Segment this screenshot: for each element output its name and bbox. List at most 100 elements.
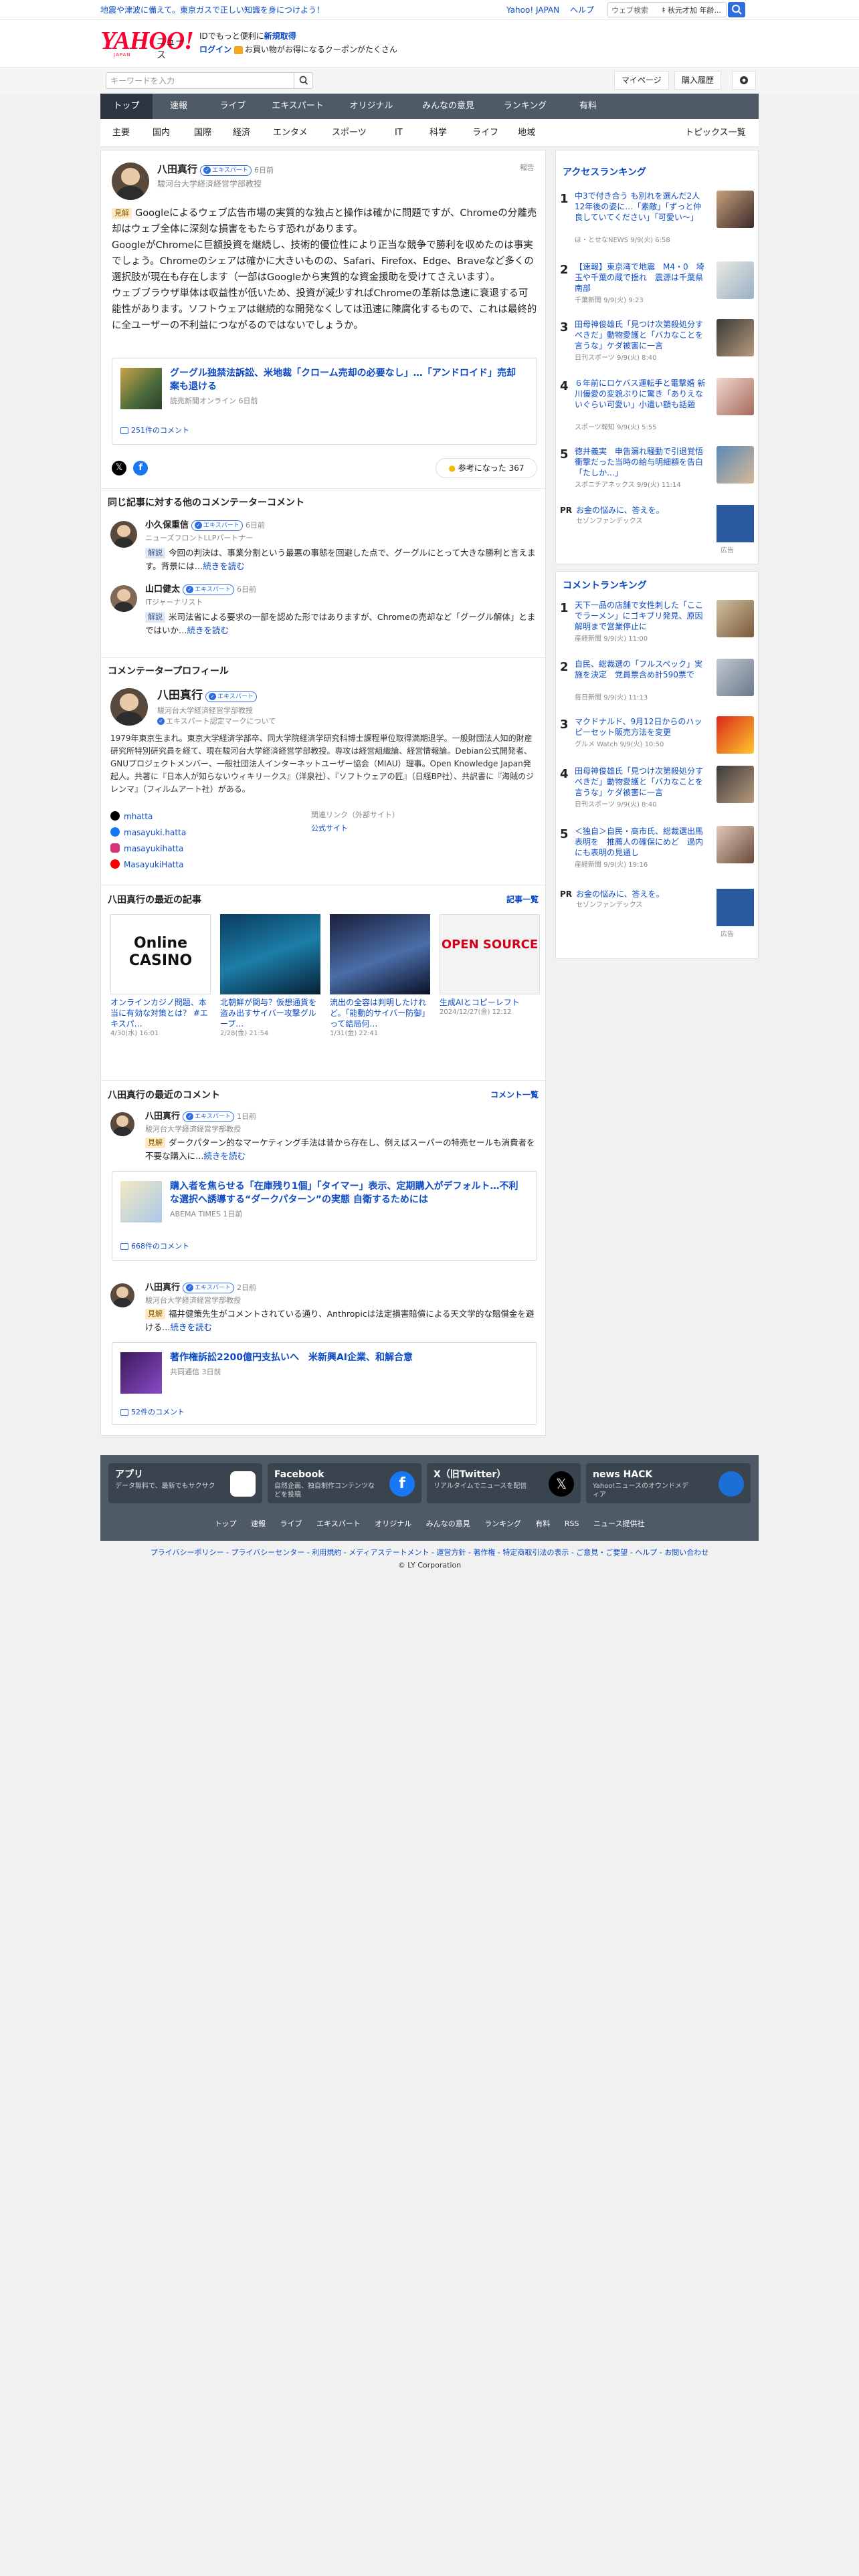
rank-title[interactable]: 中3で付き合う も別れを選んだ2人 12年後の姿に…「素敵」「ずっと仲良していて… (575, 191, 708, 223)
footer-facebook-box[interactable]: Facebook 自然企画、独自制作コンテンツなどを投稿 f (268, 1463, 421, 1503)
help-link[interactable]: ヘルプ (570, 5, 594, 15)
avatar[interactable] (110, 688, 148, 726)
cat-entertainment[interactable]: エンタメ (273, 119, 308, 147)
footer-link[interactable]: オリジナル (375, 1519, 411, 1528)
linked-article-title[interactable]: 著作権訴訟2200億円支払いへ 米新興AI企業、和解合意 (170, 1351, 524, 1364)
cat-world[interactable]: 国際 (194, 119, 211, 147)
footer-x-box[interactable]: X（旧Twitter） リアルタイムでニュースを配信 𝕏 (427, 1463, 581, 1503)
topics-list-link[interactable]: トピックス一覧 (685, 119, 746, 147)
helpful-button[interactable]: ● 参考になった 367 (436, 458, 537, 478)
ad-label[interactable]: 広告 (721, 546, 734, 556)
article-card[interactable]: 北朝鮮が関与？仮想通貨を盗み出すサイバー攻撃グループ… 2/28(金) 21:5… (220, 914, 320, 1039)
facebook-profile-link[interactable]: masayuki.hatta (110, 825, 311, 841)
article-title[interactable]: 生成AIとコピーレフト (440, 997, 540, 1008)
linked-article-card[interactable]: 購入者を焦らせる「在庫残り1個」「タイマー」表示、定期購入がデフォルト…不利な選… (112, 1171, 537, 1261)
linked-article-card[interactable]: 著作権訴訟2200億円支払いへ 米新興AI企業、和解合意 共同通信 3日前 52… (112, 1342, 537, 1425)
footer-link[interactable]: トップ (215, 1519, 237, 1528)
cat-science[interactable]: 科学 (430, 119, 447, 147)
rank-title[interactable]: ６年前にロケバス運転手と電撃婚 新川優愛の変貌ぶりに驚き「ありえないぐらい可愛い… (575, 378, 708, 410)
avatar[interactable] (110, 1283, 134, 1307)
footer-newshack-box[interactable]: news HACK Yahoo!ニュースのオウンドメディア (586, 1463, 751, 1503)
footer-link[interactable]: エキスパート (316, 1519, 361, 1528)
linked-article-comments[interactable]: 251件のコメント (120, 425, 189, 435)
article-title[interactable]: 北朝鮮が関与？仮想通貨を盗み出すサイバー攻撃グループ… (220, 997, 320, 1029)
article-title[interactable]: オンラインカジノ問題、本当に有効な対策とは？ #エキスパ… (110, 997, 211, 1029)
cat-domestic[interactable]: 国内 (153, 119, 170, 147)
rank-title[interactable]: 自民、総裁選の「フルスペック」実施を決定 党員票含め計590票で (575, 659, 708, 680)
instagram-profile-link[interactable]: masayukihatta (110, 841, 311, 857)
footer-link[interactable]: ランキング (484, 1519, 521, 1528)
pr-title[interactable]: お金の悩みに、答えを。 (576, 889, 664, 900)
yahoo-home-link[interactable]: Yahoo! JAPAN (506, 5, 559, 15)
article-title[interactable]: 流出の全容は判明したけれど。「能動的サイバー防御」って結局何… (330, 997, 430, 1029)
purchase-history-button[interactable]: 購入履歴 (674, 71, 722, 90)
trending-keyword[interactable]: ｷ 秋元才加 年齢... (662, 5, 721, 15)
rank-title[interactable]: ＜独自＞自民・高市氏、総裁選出馬表明を 推薦人の確保にめど 過内にも表明の見通し (575, 826, 708, 858)
read-more-link[interactable]: 続きを読む (203, 561, 245, 571)
footer-link[interactable]: ニュース提供社 (593, 1519, 644, 1528)
rank-title[interactable]: 徳井義実 申告漏れ騒動で引退覚悟 衝撃だった当時の給与明細額を告白「たしか…」 (575, 446, 711, 478)
signup-link[interactable]: 新規取得 (264, 31, 296, 41)
cat-sports[interactable]: スポーツ (332, 119, 367, 147)
x-profile-link[interactable]: mhatta (110, 809, 311, 825)
rank-title[interactable]: マクドナルド、9月12日からのハッピーセット販売方法を変更 (575, 716, 708, 738)
nav-top[interactable]: トップ (100, 94, 153, 119)
article-card[interactable]: Online CASINO オンラインカジノ問題、本当に有効な対策とは？ #エキ… (110, 914, 211, 1039)
read-more-link[interactable]: 続きを読む (171, 1322, 213, 1332)
read-more-link[interactable]: 続きを読む (187, 625, 229, 635)
x-share-icon[interactable]: 𝕏 (112, 461, 126, 475)
cat-life[interactable]: ライフ (472, 119, 498, 147)
footer-link[interactable]: 有料 (535, 1519, 550, 1528)
avatar[interactable] (110, 521, 137, 548)
expert-mark-link[interactable]: エキスパート認定マークについて (157, 716, 276, 726)
report-link[interactable]: 報告 (520, 163, 535, 173)
mypage-button[interactable]: マイページ (614, 71, 669, 90)
avatar[interactable] (110, 585, 137, 612)
nav-ranking[interactable]: ランキング (488, 94, 562, 119)
comments-more-link[interactable]: コメント一覧 (490, 1089, 539, 1101)
coupon-link[interactable]: お買い物がお得になるクーポンがたくさん (245, 45, 397, 54)
sponsored-item[interactable]: PR お金の悩みに、答えを。 セゾンファンデックス 広告 (560, 505, 755, 558)
nav-live[interactable]: ライブ (205, 94, 261, 119)
sponsored-item[interactable]: PR お金の悩みに、答えを。 セゾンファンデックス 広告 (560, 889, 755, 942)
web-search-button[interactable] (728, 2, 745, 17)
linked-article-title[interactable]: グーグル独禁法訴訟、米地裁「クローム売却の必要なし」…「アンドロイド」売却案も退… (170, 366, 524, 393)
official-site-link[interactable]: 公式サイト (311, 822, 399, 835)
nav-original[interactable]: オリジナル (335, 94, 408, 119)
avatar[interactable] (110, 1112, 134, 1136)
keyword-search-input[interactable]: キーワードを入力 (106, 72, 313, 89)
legal-links[interactable]: プライバシーポリシー - プライバシーセンター - 利用規約 - メディアステー… (100, 1547, 759, 1558)
yahoo-news-logo[interactable]: YAHOO! ニュース JAPAN (100, 28, 194, 61)
promo-banner-link[interactable]: 地震や津波に備えて。東京ガスで正しい知識を身につけよう！ (100, 5, 324, 16)
nav-paid[interactable]: 有料 (562, 94, 614, 119)
settings-button[interactable] (732, 71, 756, 90)
cat-it[interactable]: IT (395, 119, 403, 147)
rank-title[interactable]: 田母神俊雄氏「見つけ次第殺処分すべきだ」動物愛護と「バカなことを言うな」ケダ被害… (575, 766, 708, 798)
rank-title[interactable]: 天下一品の店舗で女性刺した「ここでラーメン」にゴキブリ発見、原因解明まで営業停止… (575, 600, 708, 632)
youtube-profile-link[interactable]: MasayukiHatta (110, 857, 311, 873)
commenter-name[interactable]: 八田真行 (145, 1283, 180, 1293)
avatar[interactable] (112, 163, 149, 200)
keyword-search-button[interactable] (294, 73, 312, 88)
footer-link[interactable]: RSS (565, 1519, 579, 1528)
linked-article-comments[interactable]: 52件のコメント (120, 1407, 185, 1417)
rank-title[interactable]: 【速報】東京湾で地震 M4・0 埼玉や千葉の蔵で揺れ 震源は千葉県南部 (575, 261, 708, 294)
linked-article-comments[interactable]: 668件のコメント (120, 1241, 189, 1251)
author-name[interactable]: 八田真行 (157, 163, 197, 175)
footer-link[interactable]: みんなの意見 (426, 1519, 470, 1528)
facebook-share-icon[interactable]: f (133, 461, 149, 475)
commenter-name[interactable]: 小久保重信 (145, 520, 189, 530)
nav-expert[interactable]: エキスパート (261, 94, 335, 119)
article-card[interactable]: OPEN SOURCE 生成AIとコピーレフト 2024/12/27(金) 12… (440, 914, 540, 1017)
commenter-name[interactable]: 山口健太 (145, 584, 180, 595)
read-more-link[interactable]: 続きを読む (204, 1151, 246, 1161)
ad-label[interactable]: 広告 (721, 930, 734, 940)
login-link[interactable]: ログイン (199, 45, 231, 54)
cat-economy[interactable]: 経済 (233, 119, 250, 147)
web-search-input[interactable]: ウェブ検索 ｷ 秋元才加 年齢... (607, 2, 727, 17)
nav-breaking[interactable]: 速報 (153, 94, 205, 119)
cat-local[interactable]: 地域 (518, 119, 535, 147)
articles-more-link[interactable]: 記事一覧 (506, 894, 539, 905)
footer-link[interactable]: 速報 (251, 1519, 266, 1528)
pr-title[interactable]: お金の悩みに、答えを。 (576, 505, 664, 516)
